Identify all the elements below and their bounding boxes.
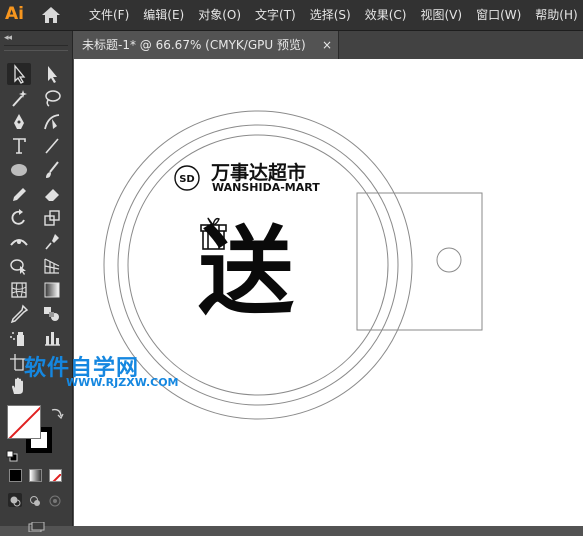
column-graph-tool-icon[interactable] [40,327,64,349]
eyedropper-tool-icon[interactable] [7,303,31,325]
type-tool-icon[interactable] [7,135,31,157]
width-tool-icon[interactable] [7,231,31,253]
collapse-panel-icon[interactable]: ◂◂ [4,33,12,43]
square-outline [356,192,483,331]
menu-window[interactable]: 窗口(W) [469,0,528,30]
menu-help[interactable]: 帮助(H) [528,0,583,30]
magic-wand-tool-icon[interactable] [7,87,31,109]
gradient-mode-button[interactable] [29,469,42,482]
fill-swatch[interactable] [7,405,41,439]
menu-edit[interactable]: 编辑(E) [136,0,191,30]
draw-inside-icon[interactable] [48,493,62,507]
panel-grip[interactable] [4,45,68,51]
pen-tool-icon[interactable] [7,111,31,133]
line-segment-tool-icon[interactable] [40,135,64,157]
document-tab-title: 未标题-1* @ 66.67% (CMYK/GPU 预览) [82,38,306,52]
app-logo: Ai [5,4,24,24]
paintbrush-tool-icon[interactable] [40,159,64,181]
scale-tool-icon[interactable] [40,207,64,229]
ellipse-tool-icon[interactable] [7,159,31,181]
none-mode-button[interactable] [49,469,62,482]
menu-effect[interactable]: 效果(C) [358,0,414,30]
puppet-warp-tool-icon[interactable] [40,231,64,253]
perspective-grid-tool-icon[interactable] [40,255,64,277]
menu-object[interactable]: 对象(O) [191,0,248,30]
selection-tool-icon[interactable] [7,63,31,85]
watermark-url: WWW.RJZXW.COM [66,376,179,389]
document-tab[interactable]: 未标题-1* @ 66.67% (CMYK/GPU 预览) × [74,31,339,59]
shape-builder-tool-icon[interactable] [7,255,31,277]
document-tab-bar: 未标题-1* @ 66.67% (CMYK/GPU 预览) × [74,31,583,59]
curvature-tool-icon[interactable] [40,111,64,133]
blend-tool-icon[interactable] [40,303,64,325]
tools-panel: ◂◂ [0,31,73,533]
eraser-tool-icon[interactable] [40,183,64,205]
gradient-tool-icon[interactable] [40,279,64,301]
draw-normal-icon[interactable] [8,493,22,507]
swap-fill-stroke-icon[interactable] [50,405,64,420]
hole-circle [436,247,462,273]
mesh-tool-icon[interactable] [7,279,31,301]
color-mode-button[interactable] [9,469,22,482]
menu-type[interactable]: 文字(T) [248,0,303,30]
pencil-tool-icon[interactable] [7,183,31,205]
draw-behind-icon[interactable] [28,493,42,507]
menu-bar: Ai 文件(F) 编辑(E) 对象(O) 文字(T) 选择(S) 效果(C) 视… [0,0,583,31]
home-icon[interactable] [41,6,61,24]
menu-view[interactable]: 视图(V) [413,0,469,30]
brand-name-english: WANSHIDA-MART [212,181,320,194]
lasso-tool-icon[interactable] [40,87,64,109]
direct-selection-tool-icon[interactable] [40,63,64,85]
artwork: SD [103,110,483,420]
menu-select[interactable]: 选择(S) [303,0,358,30]
default-fill-stroke-icon[interactable] [6,447,18,462]
close-icon[interactable]: × [322,31,332,59]
rotate-tool-icon[interactable] [7,207,31,229]
menu-items: 文件(F) 编辑(E) 对象(O) 文字(T) 选择(S) 效果(C) 视图(V… [82,0,583,30]
sd-badge-text: SD [179,174,195,185]
artboard-canvas[interactable]: SD 万事达超市 WANSHIDA-MART 送 [74,59,583,526]
symbol-sprayer-tool-icon[interactable] [7,327,31,349]
headline-character: 送 [198,216,294,328]
menu-file[interactable]: 文件(F) [82,0,136,30]
